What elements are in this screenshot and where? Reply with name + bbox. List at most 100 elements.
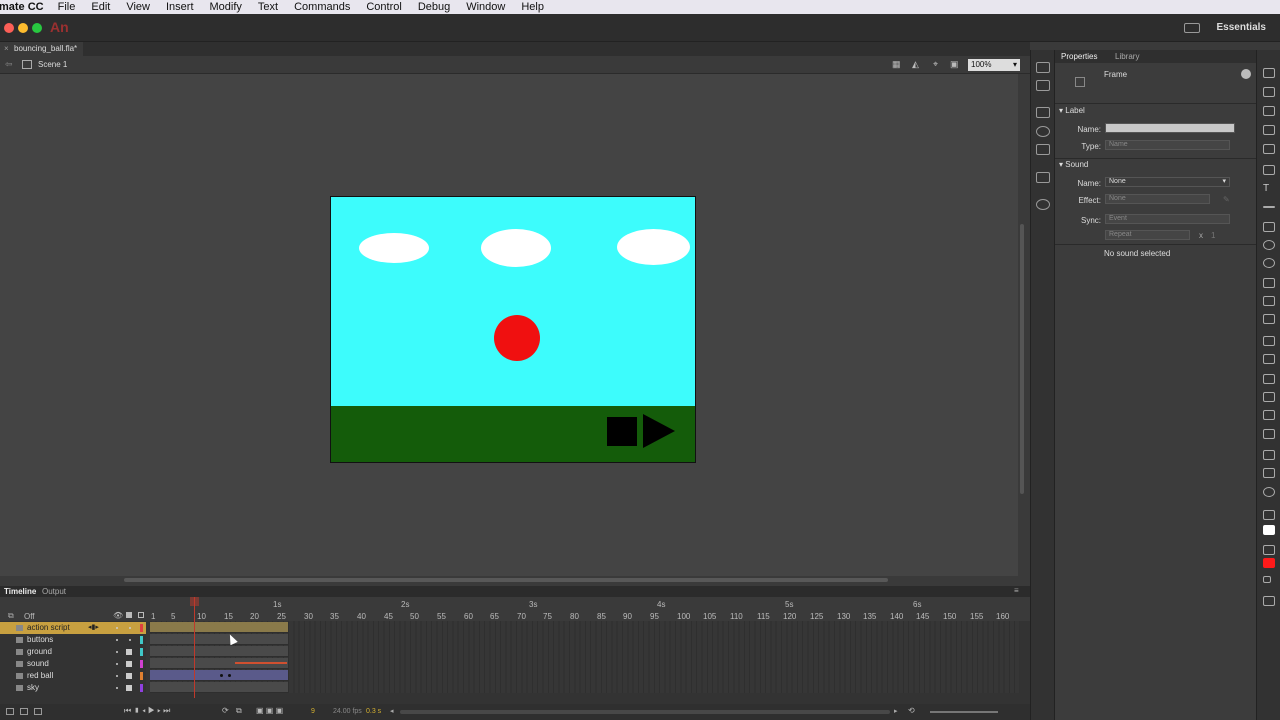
lock-dot[interactable]: [129, 627, 131, 629]
effect-select[interactable]: None: [1105, 194, 1210, 204]
lock-icon[interactable]: [126, 685, 132, 691]
stop-button[interactable]: [607, 417, 637, 446]
layer-name[interactable]: sound: [27, 658, 49, 670]
play-button[interactable]: [643, 414, 675, 448]
cloud[interactable]: [617, 229, 690, 265]
timeline-hscroll[interactable]: [400, 710, 890, 714]
keyframe[interactable]: [228, 674, 231, 677]
vertical-scrollbar[interactable]: [1018, 74, 1026, 578]
frame-span[interactable]: [150, 646, 288, 657]
label-type-select[interactable]: Name: [1105, 140, 1230, 150]
onion-skin-label[interactable]: Off: [24, 612, 35, 621]
app-name[interactable]: mate CC: [0, 1, 50, 13]
tab-output[interactable]: Output: [42, 587, 66, 596]
frame-span[interactable]: [150, 634, 288, 645]
repeat-select[interactable]: Repeat: [1105, 230, 1190, 240]
onion-skin-toggle-icon[interactable]: ⧉: [236, 706, 242, 716]
cloud[interactable]: [359, 233, 429, 263]
brush-tool-icon[interactable]: [1263, 296, 1275, 306]
frame-span[interactable]: [150, 682, 288, 693]
layer-actions-icon[interactable]: ◂▮▸: [88, 622, 99, 634]
menu-control[interactable]: Control: [358, 1, 409, 13]
width-tool-icon[interactable]: [1263, 429, 1275, 439]
layer-row[interactable]: ground: [0, 646, 146, 658]
tab-timeline[interactable]: Timeline: [4, 587, 36, 596]
layer-name[interactable]: sky: [27, 682, 39, 694]
frame-zoom-slider[interactable]: [930, 711, 998, 713]
polystar-tool-icon[interactable]: [1263, 258, 1275, 268]
menu-insert[interactable]: Insert: [158, 1, 202, 13]
layer-row[interactable]: sound: [0, 658, 146, 670]
frame-rate[interactable]: 24.00 fps: [333, 708, 362, 715]
edit-multiple-frames-icon[interactable]: ▣ ▣ ▣: [256, 706, 283, 715]
eyedropper-tool-icon[interactable]: [1263, 392, 1275, 402]
visibility-dot[interactable]: [116, 687, 118, 689]
menu-edit[interactable]: Edit: [83, 1, 118, 13]
playhead[interactable]: [194, 597, 195, 698]
menu-debug[interactable]: Debug: [410, 1, 458, 13]
layer-color-swatch[interactable]: [140, 672, 143, 680]
fill-color-icon[interactable]: [1263, 545, 1275, 555]
menu-text[interactable]: Text: [250, 1, 286, 13]
visibility-dot[interactable]: [116, 651, 118, 653]
stroke-color-icon[interactable]: [1263, 510, 1275, 520]
layer-name[interactable]: red ball: [27, 670, 53, 682]
snap-to-objects-icon[interactable]: [1263, 596, 1275, 606]
back-arrow-icon[interactable]: ⇦: [5, 59, 13, 70]
visibility-dot[interactable]: [116, 663, 118, 665]
playback-controls[interactable]: ⏮ ▮ ◂ ▶ ▸ ⏭: [124, 706, 170, 716]
tab-properties[interactable]: Properties: [1061, 52, 1097, 61]
layer-color-swatch[interactable]: [140, 636, 143, 644]
layer-color-swatch[interactable]: [140, 660, 143, 668]
sound-name-select[interactable]: None ▾: [1105, 177, 1230, 187]
scene-label[interactable]: Scene 1: [38, 60, 67, 69]
panel-menu-icon[interactable]: ≡: [1014, 586, 1019, 595]
stage[interactable]: [330, 196, 696, 463]
repeat-count-input[interactable]: 1: [1211, 231, 1215, 240]
menu-view[interactable]: View: [118, 1, 158, 13]
frame-span[interactable]: [150, 622, 288, 633]
show-hide-all-icon[interactable]: 👁: [113, 611, 123, 620]
info-icon[interactable]: [1036, 126, 1050, 137]
oval-tool-icon[interactable]: [1263, 240, 1275, 250]
onion-skin-icon[interactable]: ⧉: [8, 611, 14, 621]
eye-icon[interactable]: [1036, 62, 1050, 73]
fit-stage-icon[interactable]: ▣: [950, 59, 959, 70]
layer-row[interactable]: red ball: [0, 670, 146, 682]
lock-dot[interactable]: [129, 639, 131, 641]
free-transform-tool-icon[interactable]: [1263, 106, 1275, 116]
minimize-window-button[interactable]: [18, 23, 28, 33]
rectangle-tool-icon[interactable]: [1263, 222, 1275, 232]
subselection-tool-icon[interactable]: [1263, 87, 1275, 97]
zoom-window-button[interactable]: [32, 23, 42, 33]
stroke-color-swatch[interactable]: [1263, 525, 1275, 535]
frame-name-input[interactable]: [1105, 123, 1235, 133]
center-stage-icon[interactable]: ⌖: [933, 59, 938, 70]
layer-row[interactable]: action script ◂▮▸: [0, 622, 146, 634]
horizontal-scrollbar[interactable]: [0, 576, 1018, 584]
hand-tool-icon[interactable]: [1263, 468, 1275, 478]
new-layer-icon[interactable]: [6, 708, 14, 715]
layer-color-swatch[interactable]: [140, 648, 143, 656]
layer-name[interactable]: buttons: [27, 634, 53, 646]
edit-sound-icon[interactable]: ✎: [1223, 195, 1230, 204]
label-section-header[interactable]: ▾ Label: [1059, 106, 1085, 115]
zoom-select[interactable]: 100% ▾: [968, 59, 1020, 71]
delete-layer-icon[interactable]: [34, 708, 42, 715]
lasso-tool-icon[interactable]: [1263, 144, 1275, 154]
scroll-thumb[interactable]: [124, 578, 888, 582]
motion-presets-icon[interactable]: [1036, 199, 1050, 210]
reset-zoom-icon[interactable]: ⟲: [908, 706, 915, 715]
visibility-dot[interactable]: [116, 675, 118, 677]
lock-icon[interactable]: [126, 661, 132, 667]
3d-rotation-tool-icon[interactable]: [1263, 125, 1275, 135]
loop-icon[interactable]: ⟳: [222, 706, 229, 715]
new-folder-icon[interactable]: [20, 708, 28, 715]
document-tab[interactable]: × bouncing_ball.fla*: [0, 42, 84, 56]
menu-window[interactable]: Window: [458, 1, 513, 13]
scroll-right-icon[interactable]: ▸: [894, 707, 898, 715]
outline-all-icon[interactable]: [138, 612, 144, 618]
red-ball[interactable]: [494, 315, 540, 361]
sound-section-header[interactable]: ▾ Sound: [1059, 160, 1088, 169]
align-icon[interactable]: [1036, 80, 1050, 91]
